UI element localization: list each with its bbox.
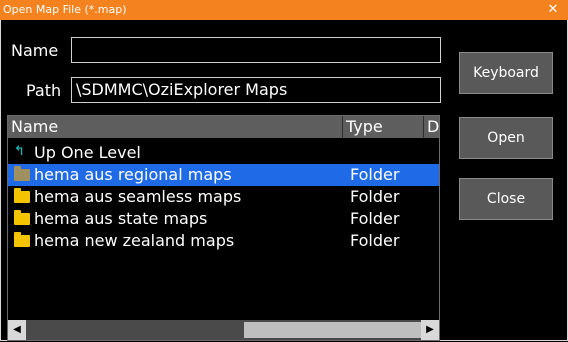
close-window-button[interactable]: ✕ [538,0,568,20]
list-item-type: Folder [350,209,400,228]
open-button[interactable]: Open [459,117,553,159]
column-header-type[interactable]: Type [343,116,424,138]
list-item-up-one-level[interactable]: ↰ Up One Level [8,142,439,164]
horizontal-scrollbar[interactable]: ◀ ▶ [8,320,439,340]
list-item[interactable]: hema new zealand maps Folder [8,230,439,252]
scroll-thumb[interactable] [244,322,422,338]
list-item-name: hema aus state maps [34,209,208,228]
list-item-type: Folder [350,231,400,250]
column-header-date[interactable]: D [424,116,439,138]
list-item-name: hema aus regional maps [34,165,232,184]
list-header: Name Type D [8,116,439,138]
list-item-name: Up One Level [34,143,141,162]
list-item-type: Folder [350,187,400,206]
folder-icon [14,166,30,181]
list-item[interactable]: hema aus seamless maps Folder [8,186,439,208]
title-bar: Open Map File (*.map) ✕ [0,0,568,20]
list-item-name: hema new zealand maps [34,231,235,250]
scroll-right-icon[interactable]: ▶ [421,320,439,340]
up-level-icon: ↰ [14,144,25,159]
close-button[interactable]: Close [459,178,553,220]
scroll-left-icon[interactable]: ◀ [8,320,26,340]
folder-icon [14,188,30,203]
name-input[interactable] [71,37,441,63]
window-title: Open Map File (*.map) [3,3,127,16]
column-header-name[interactable]: Name [8,116,343,138]
path-field[interactable]: \SDMMC\OziExplorer Maps [71,77,441,103]
list-item-name: hema aus seamless maps [34,187,242,206]
path-label: Path [26,81,62,100]
keyboard-button[interactable]: Keyboard [459,52,553,94]
list-item-type: Folder [350,165,400,184]
folder-icon [14,232,30,247]
folder-icon [14,210,30,225]
list-item[interactable]: hema aus state maps Folder [8,208,439,230]
list-item[interactable]: hema aus regional maps Folder [8,164,439,186]
file-list[interactable]: Name Type D ↰ Up One Level hema aus regi… [7,115,440,341]
name-label: Name [11,41,59,60]
